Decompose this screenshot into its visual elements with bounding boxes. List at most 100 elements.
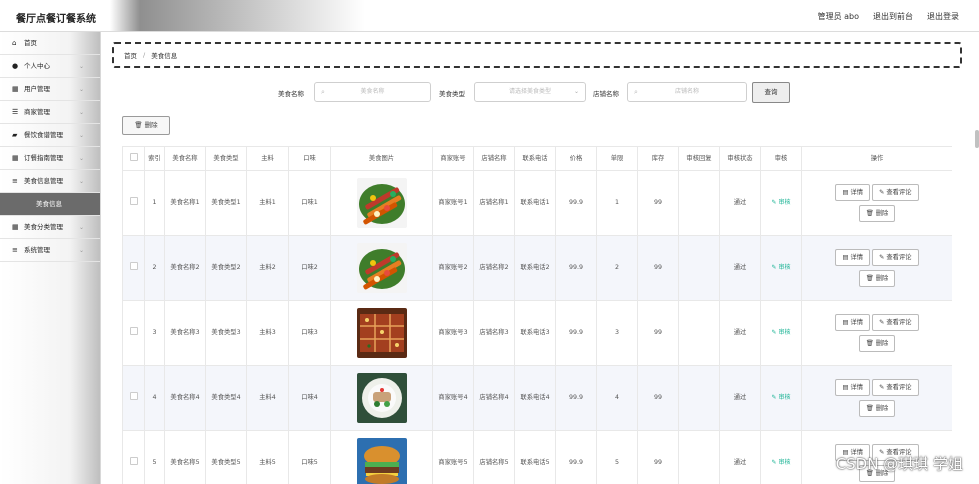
food-name-input[interactable]: ⌕ 美食名称 xyxy=(314,82,431,102)
sidebar-item-6[interactable]: ≡ 美食信息管理 ⌄ xyxy=(0,170,100,193)
table-row: 2 美食名称2 美食类型2 主料2 口味2 商家账号2 店铺名称2 联系电话2 99.9 2 99 通… xyxy=(122,235,952,301)
sidebar-item-1[interactable]: ● 个人中心 ⌄ xyxy=(0,55,100,78)
cell-img xyxy=(330,300,433,366)
cell-index: 1 xyxy=(144,170,165,236)
breadcrumb-home[interactable]: 首页 xyxy=(124,50,137,60)
food-image[interactable] xyxy=(356,438,407,484)
cell-price: 99.9 xyxy=(555,170,597,236)
chevron-down-icon: ⌄ xyxy=(78,224,84,231)
detail-button[interactable]: ▤ 详情 xyxy=(835,314,871,331)
sidebar-item-3[interactable]: ☰ 商家管理 ⌄ xyxy=(0,101,100,124)
cell-reply xyxy=(678,300,720,366)
table-body: 1 美食名称1 美食类型1 主料1 口味1 商家账号1 店铺名称1 联系电话1 99.9 1 99 通… xyxy=(122,170,952,484)
sidebar-item-5[interactable]: ▦ 订餐指南管理 ⌄ xyxy=(0,147,100,170)
row-delete-button[interactable]: 🗑 删除 xyxy=(858,335,896,352)
cell-name: 美食名称1 xyxy=(164,170,206,236)
chevron-down-icon: ⌄ xyxy=(78,86,84,93)
cell-limit: 1 xyxy=(596,170,638,236)
breadcrumb-current: 美食信息 xyxy=(151,52,178,60)
cell-account: 商家账号1 xyxy=(432,170,474,236)
column-header-16: 操作 xyxy=(801,146,952,171)
scrollbar[interactable] xyxy=(975,130,979,148)
select-all-checkbox[interactable] xyxy=(129,152,138,161)
cell-actions: ▤ 详情 ✎ 查看评论 🗑 删除 xyxy=(801,170,952,236)
column-header-8: 店铺名称 xyxy=(473,146,515,171)
food-image[interactable] xyxy=(356,243,407,293)
cell-phone: 联系电话2 xyxy=(514,235,556,301)
cell-main: 主料3 xyxy=(246,300,289,366)
row-delete-button[interactable]: 🗑 删除 xyxy=(858,400,896,417)
audit-link[interactable]: ✎ 审核 xyxy=(772,394,791,401)
row-checkbox[interactable] xyxy=(129,262,138,270)
column-header-6: 美食图片 xyxy=(330,146,433,171)
food-image[interactable] xyxy=(356,308,407,358)
detail-button[interactable]: ▤ 详情 xyxy=(835,249,871,266)
admin-user-link[interactable]: 管理员 abo xyxy=(818,11,859,22)
cell-price: 99.9 xyxy=(555,365,597,431)
exit-to-front-link[interactable]: 退出到前台 xyxy=(873,11,913,22)
row-checkbox[interactable] xyxy=(129,457,138,465)
book-icon: ▰ xyxy=(12,131,18,139)
cell-phone: 联系电话5 xyxy=(514,430,556,484)
row-delete-button[interactable]: 🗑 删除 xyxy=(858,270,896,287)
column-header-14: 审核状态 xyxy=(719,146,761,171)
cell-index: 5 xyxy=(144,430,165,484)
sidebar-item-label: 美食信息 xyxy=(36,200,62,208)
sidebar-item-label: 美食信息管理 xyxy=(24,177,63,185)
sidebar-item-0[interactable]: ⌂ 首页 xyxy=(0,32,100,55)
column-header-5: 口味 xyxy=(288,146,331,171)
cell-stock: 99 xyxy=(637,365,679,431)
cell-audit: ✎ 审核 xyxy=(760,300,802,366)
view-comments-button[interactable]: ✎ 查看评论 xyxy=(872,379,919,396)
cell-main: 主料4 xyxy=(246,365,289,431)
view-comments-button[interactable]: ✎ 查看评论 xyxy=(872,184,919,201)
row-checkbox[interactable] xyxy=(129,197,138,205)
row-delete-button[interactable]: 🗑 删除 xyxy=(858,205,896,222)
sidebar-item-label: 系统管理 xyxy=(24,246,50,254)
row-checkbox-cell xyxy=(122,365,145,431)
batch-delete-button[interactable]: 🗑 删除 xyxy=(122,116,170,135)
table-row: 1 美食名称1 美食类型1 主料1 口味1 商家账号1 店铺名称1 联系电话1 99.9 1 99 通… xyxy=(122,170,952,236)
sidebar-item-2[interactable]: ▦ 用户管理 ⌄ xyxy=(0,78,100,101)
shop-name-input[interactable]: ⌕ 店铺名称 xyxy=(627,82,747,102)
cell-stock: 99 xyxy=(637,170,679,236)
view-comments-button[interactable]: ✎ 查看评论 xyxy=(872,249,919,266)
food-type-select[interactable]: 请选择美食类型 ⌄ xyxy=(474,82,586,102)
audit-link[interactable]: ✎ 审核 xyxy=(772,329,791,336)
app-title: 餐厅点餐订餐系统 xyxy=(16,14,96,25)
detail-button[interactable]: ▤ 详情 xyxy=(835,184,871,201)
cell-limit: 5 xyxy=(596,430,638,484)
column-header-7: 商家账号 xyxy=(432,146,474,171)
detail-button[interactable]: ▤ 详情 xyxy=(835,379,871,396)
food-image[interactable] xyxy=(356,178,407,228)
logout-link[interactable]: 退出登录 xyxy=(927,11,959,22)
sidebar-item-9[interactable]: ≡ 系统管理 ⌄ xyxy=(0,239,100,262)
chevron-down-icon: ⌄ xyxy=(78,178,84,185)
search-button[interactable]: 查询 xyxy=(752,82,790,103)
search-icon: ⌕ xyxy=(634,88,638,96)
cell-type: 美食类型1 xyxy=(205,170,247,236)
cell-main: 主料1 xyxy=(246,170,289,236)
chevron-down-icon: ⌄ xyxy=(573,88,579,95)
audit-link[interactable]: ✎ 审核 xyxy=(772,459,791,466)
food-image[interactable] xyxy=(356,373,407,423)
audit-link[interactable]: ✎ 审核 xyxy=(772,199,791,206)
cell-shop: 店铺名称4 xyxy=(473,365,515,431)
audit-link[interactable]: ✎ 审核 xyxy=(772,264,791,271)
top-header: 餐厅点餐订餐系统 管理员 abo 退出到前台 退出登录 xyxy=(0,0,979,32)
column-header-0[interactable] xyxy=(122,146,145,171)
row-checkbox[interactable] xyxy=(129,392,138,400)
cell-status: 通过 xyxy=(719,170,761,236)
sidebar-item-7[interactable]: 美食信息 xyxy=(0,193,100,216)
grid-icon: ▦ xyxy=(12,223,19,231)
cell-actions: ▤ 详情 ✎ 查看评论 🗑 删除 xyxy=(801,300,952,366)
sidebar-item-4[interactable]: ▰ 餐饮食谱管理 ⌄ xyxy=(0,124,100,147)
cell-status: 通过 xyxy=(719,365,761,431)
row-checkbox[interactable] xyxy=(129,327,138,335)
view-comments-button[interactable]: ✎ 查看评论 xyxy=(872,314,919,331)
trash-icon: 🗑 xyxy=(865,210,876,217)
cell-account: 商家账号4 xyxy=(432,365,474,431)
home-icon: ⌂ xyxy=(12,39,17,47)
sidebar-item-8[interactable]: ▦ 美食分类管理 ⌄ xyxy=(0,216,100,239)
cell-name: 美食名称4 xyxy=(164,365,206,431)
